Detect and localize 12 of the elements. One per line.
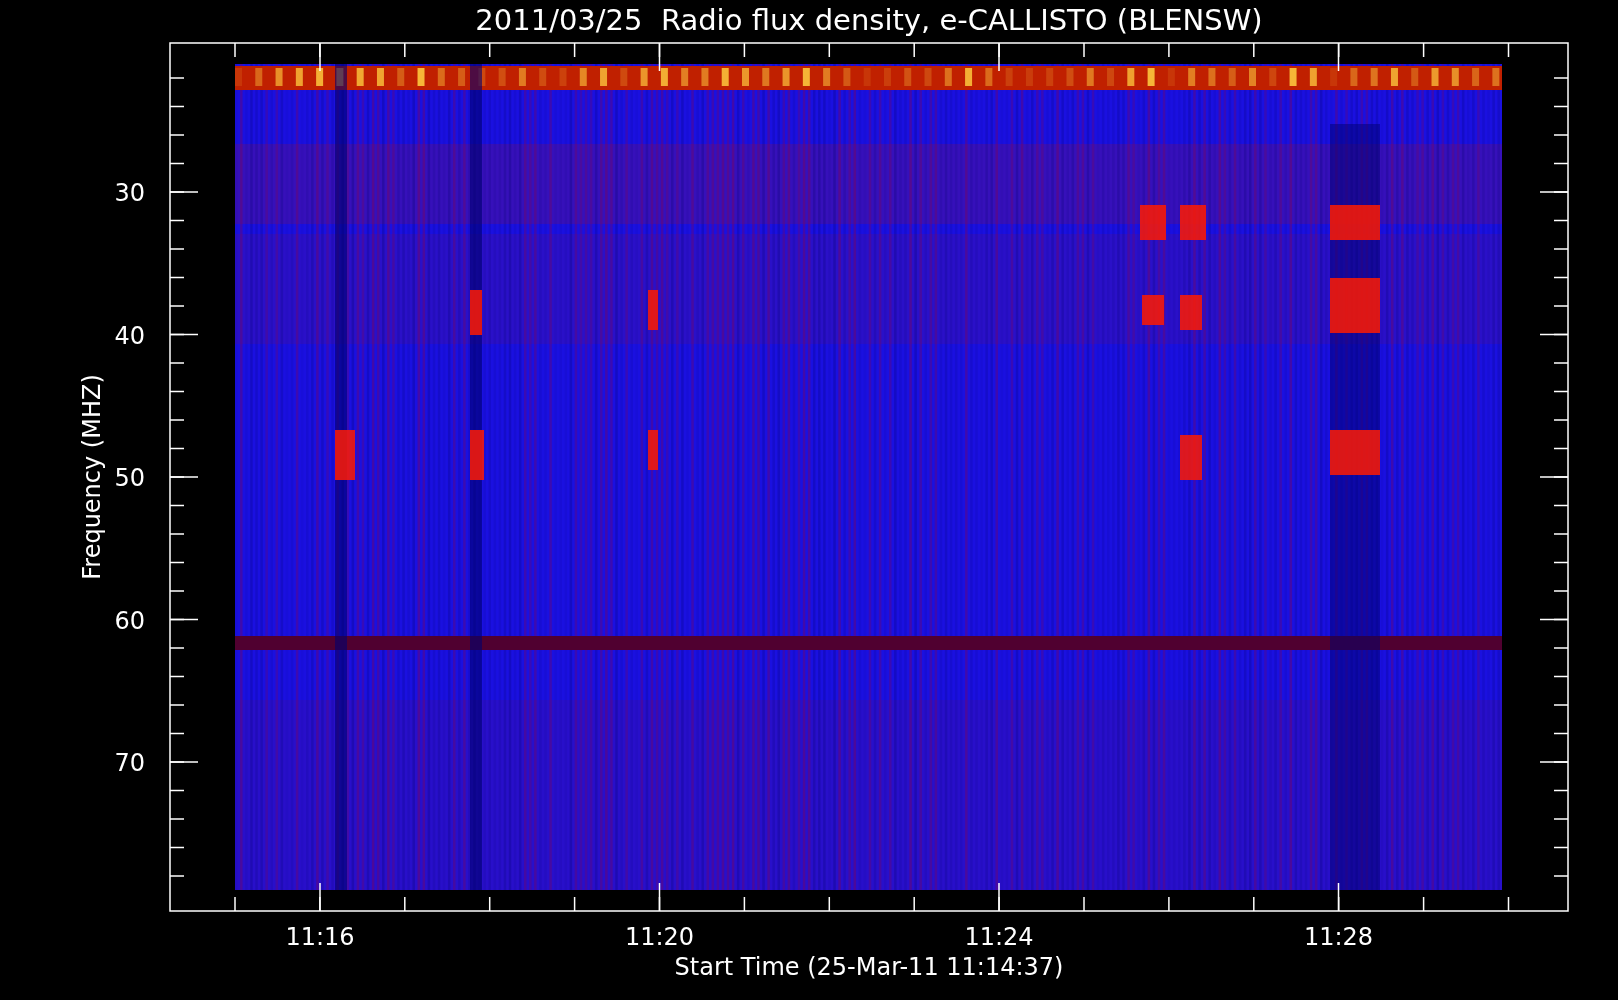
- y-tick-label: 60: [114, 606, 145, 635]
- y-axis-label: Frequency (MHZ): [78, 374, 106, 580]
- chart-title: 2011/03/25 Radio flux density, e-CALLISTO (BLENSW): [475, 3, 1263, 37]
- x-tick-label: 11:28: [1303, 923, 1374, 951]
- x-tick-label: 11:24: [964, 923, 1034, 951]
- y-tick-label: 70: [114, 749, 145, 777]
- x-tick-label: 11:20: [624, 923, 695, 951]
- x-tick-label: 11:16: [285, 923, 355, 951]
- y-tick-label: 40: [114, 321, 145, 350]
- y-tick-label: 30: [114, 179, 145, 207]
- y-tick-label: 50: [114, 464, 145, 492]
- x-axis-label: Start Time (25-Mar-11 11:14:37): [674, 953, 1064, 981]
